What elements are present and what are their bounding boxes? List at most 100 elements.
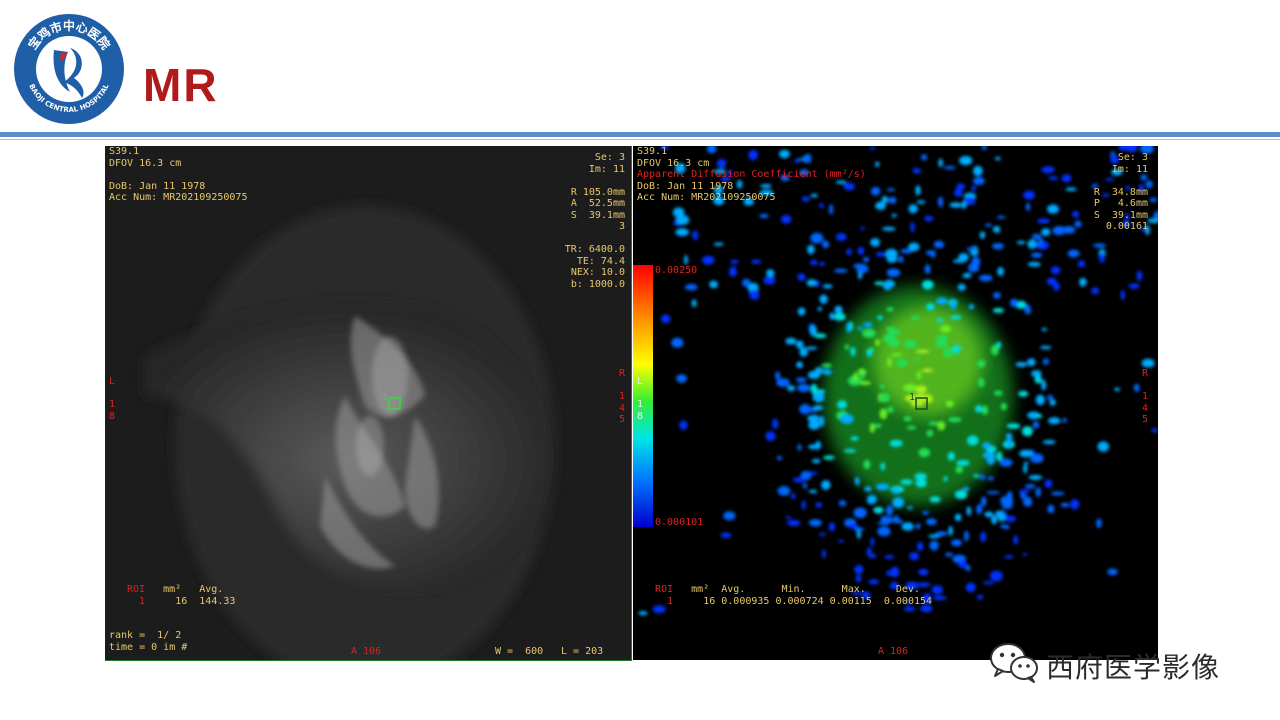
adc-speckle bbox=[777, 486, 791, 496]
adc-speckle bbox=[980, 496, 987, 507]
adc-speckle bbox=[971, 185, 977, 191]
slice-value: 3 bbox=[618, 221, 625, 232]
adc-speckle bbox=[828, 522, 835, 532]
coord-a: A 52.5mm bbox=[570, 198, 625, 209]
adc-speckle bbox=[813, 405, 824, 411]
adc-speckle bbox=[1038, 237, 1044, 248]
dwi-image bbox=[105, 146, 631, 660]
adc-speckle bbox=[950, 539, 963, 547]
adc-speckle bbox=[965, 582, 976, 593]
adc-speckle bbox=[973, 177, 985, 185]
adc-speckle bbox=[1006, 438, 1013, 449]
adc-speckle bbox=[819, 294, 828, 304]
coord-s: S 39.1mm bbox=[1093, 209, 1148, 221]
adc-speckle bbox=[903, 383, 917, 392]
adc-speckle bbox=[956, 460, 970, 466]
adc-speckle bbox=[863, 322, 873, 328]
adc-speckle bbox=[1067, 249, 1080, 258]
adc-speckle bbox=[992, 243, 1004, 250]
adc-speckle bbox=[676, 374, 688, 383]
adc-speckle bbox=[882, 280, 892, 291]
adc-speckle bbox=[931, 585, 943, 595]
hospital-logo: 宝鸡市中心医院 BAOJI CENTRAL HOSPITAL bbox=[14, 14, 124, 124]
adc-speckle bbox=[806, 279, 817, 287]
adc-speckle bbox=[959, 155, 973, 166]
adc-speckle bbox=[912, 168, 922, 174]
adc-speckle bbox=[973, 474, 980, 478]
adc-speckle bbox=[964, 530, 969, 542]
adc-speckle bbox=[984, 223, 992, 227]
adc-speckle bbox=[811, 458, 821, 464]
adc-speckle bbox=[976, 504, 983, 515]
adc-speckle bbox=[781, 215, 792, 224]
adc-speckle bbox=[792, 477, 805, 483]
adc-speckle bbox=[1133, 383, 1140, 392]
adc-speckle bbox=[1044, 479, 1053, 489]
adc-speckle bbox=[910, 222, 915, 233]
adc-speckle bbox=[822, 369, 832, 375]
adc-speckle bbox=[986, 454, 995, 465]
adc-speckle bbox=[940, 325, 952, 333]
adc-speckle bbox=[808, 444, 820, 450]
adc-speckle bbox=[909, 552, 920, 561]
header-divider-thin bbox=[0, 139, 1280, 140]
adc-speckle bbox=[846, 322, 851, 333]
adc-title: Apparent Diffusion Coefficient (mm²/s) bbox=[637, 169, 866, 180]
adc-speckle bbox=[969, 245, 979, 257]
adc-speckle bbox=[850, 436, 859, 441]
adc-speckle bbox=[1042, 440, 1056, 445]
adc-speckle bbox=[977, 594, 984, 600]
adc-speckle bbox=[1042, 358, 1049, 365]
adc-speckle bbox=[720, 532, 732, 538]
adc-speckle bbox=[809, 519, 822, 527]
adc-speckle bbox=[1097, 441, 1110, 452]
adc-speckle bbox=[1072, 210, 1080, 218]
series-label: S39.1 bbox=[109, 146, 140, 157]
adc-speckle bbox=[763, 276, 776, 285]
adc-speckle bbox=[1024, 484, 1036, 489]
adc-map-panel[interactable]: S39.1 DFOV 16.3 cm Apparent Diffusion Co… bbox=[633, 146, 1158, 660]
adc-speckle bbox=[853, 263, 867, 268]
watermark-text: 西府医学影像 bbox=[1046, 651, 1221, 684]
adc-speckle bbox=[799, 404, 811, 415]
adc-speckle bbox=[1035, 487, 1041, 497]
adc-speckle bbox=[857, 326, 864, 331]
b-value: b: 1000.0 bbox=[570, 278, 625, 290]
adc-speckle bbox=[1107, 568, 1118, 576]
adc-speckle bbox=[1052, 282, 1060, 291]
adc-speckle bbox=[1091, 287, 1099, 295]
adc-speckle bbox=[987, 476, 994, 481]
adc-speckle bbox=[915, 401, 924, 407]
adc-speckle bbox=[1006, 423, 1021, 429]
adc-speckle bbox=[1050, 266, 1061, 275]
adc-speckle bbox=[850, 346, 856, 357]
adc-speckle bbox=[977, 359, 986, 368]
adc-speckle bbox=[840, 414, 854, 424]
adc-speckle bbox=[984, 511, 994, 518]
adc-speckle bbox=[915, 478, 927, 488]
adc-speckle bbox=[854, 565, 864, 575]
dwi-image-panel[interactable]: S39.1 DFOV 16.3 cm DoB: Jan 11 1978 Acc … bbox=[105, 146, 632, 661]
adc-speckle bbox=[880, 462, 886, 471]
adc-speckle bbox=[1025, 202, 1031, 211]
adc-speckle bbox=[1027, 261, 1041, 267]
adc-speckle bbox=[945, 552, 954, 557]
adc-speckle bbox=[882, 226, 896, 231]
orientation-right: R 1 4 5 bbox=[1141, 368, 1148, 425]
adc-speckle bbox=[1048, 417, 1061, 425]
adc-speckle bbox=[1028, 475, 1043, 480]
adc-speckle bbox=[882, 334, 897, 344]
pixel-value: 0.00161 bbox=[1105, 221, 1148, 232]
adc-speckle bbox=[993, 390, 1003, 396]
adc-speckle bbox=[821, 363, 832, 368]
adc-speckle bbox=[908, 204, 918, 214]
adc-speckle bbox=[1018, 390, 1029, 397]
adc-speckle bbox=[885, 505, 894, 516]
adc-speckle bbox=[917, 541, 924, 551]
adc-speckle bbox=[929, 496, 941, 503]
adc-speckle bbox=[795, 377, 807, 383]
adc-speckle bbox=[891, 353, 903, 357]
adc-speckle bbox=[997, 267, 1005, 276]
adc-speckle bbox=[1048, 176, 1059, 181]
adc-speckle bbox=[838, 500, 847, 507]
